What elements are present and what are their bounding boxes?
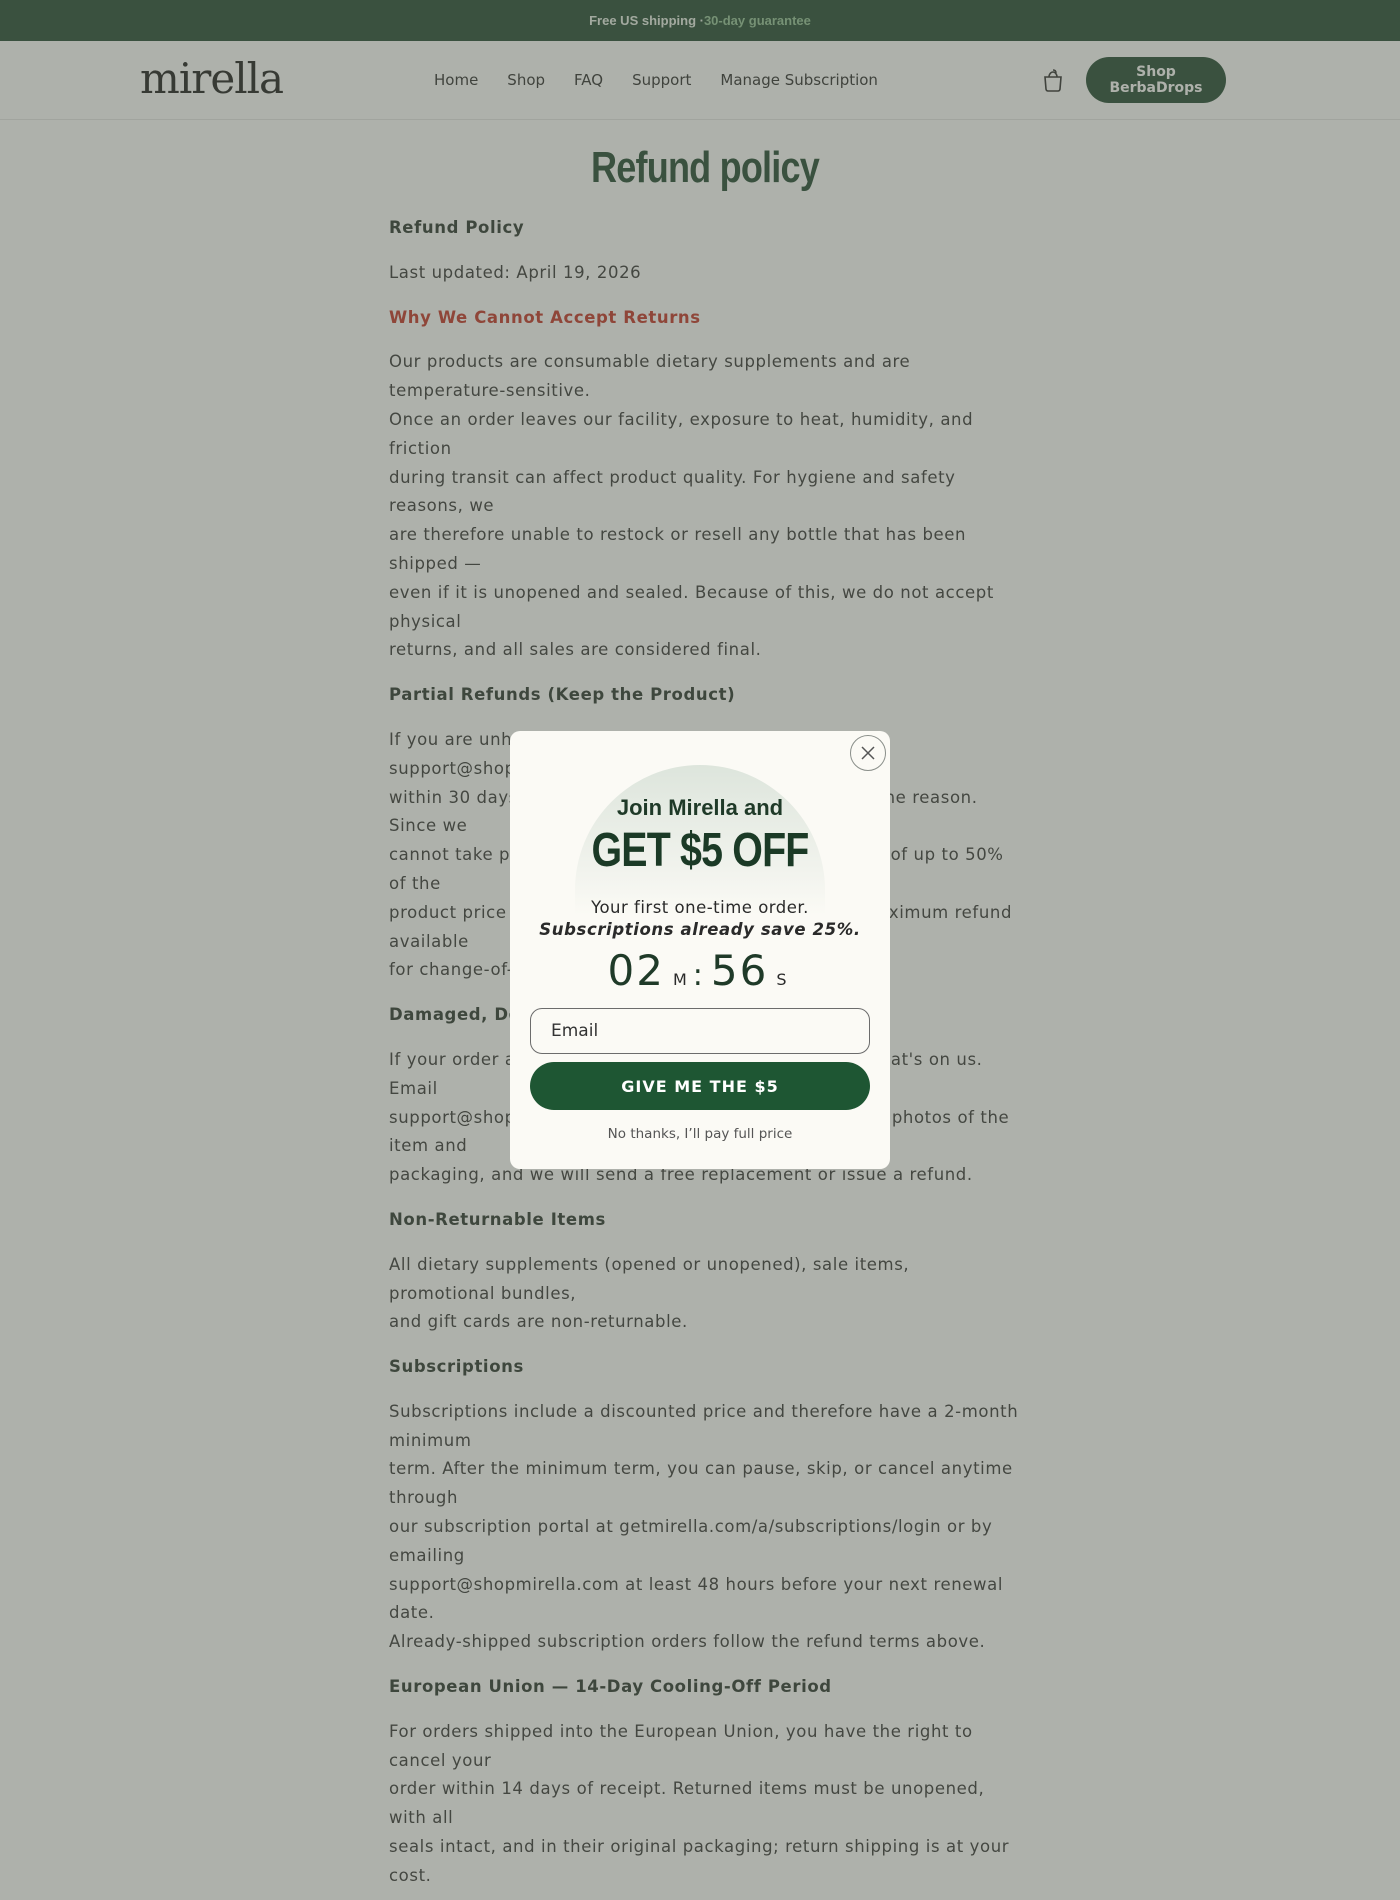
popup-subscription-note: Subscriptions already save 25%. (539, 920, 861, 939)
timer-minutes-unit: M (672, 970, 687, 989)
timer-minutes: 02 (607, 946, 665, 995)
decline-link[interactable]: No thanks, I’ll pay full price (510, 1126, 890, 1142)
popup-subtext: Your first one-time order. (591, 898, 809, 917)
countdown-timer: 02 M : 56 S (510, 946, 890, 995)
email-field[interactable] (530, 1008, 870, 1054)
popup-join-text: Join Mirella and (616, 795, 784, 820)
timer-separator: : (692, 958, 703, 993)
claim-discount-button[interactable]: GIVE ME THE $5 (530, 1062, 870, 1110)
popup-offer-headline: GET $5 OFF (591, 824, 809, 877)
timer-seconds-unit: S (776, 970, 787, 989)
discount-popup: Join Mirella and GET $5 OFF Your first o… (510, 731, 890, 1169)
timer-seconds: 56 (710, 946, 769, 995)
close-icon[interactable] (850, 735, 886, 771)
